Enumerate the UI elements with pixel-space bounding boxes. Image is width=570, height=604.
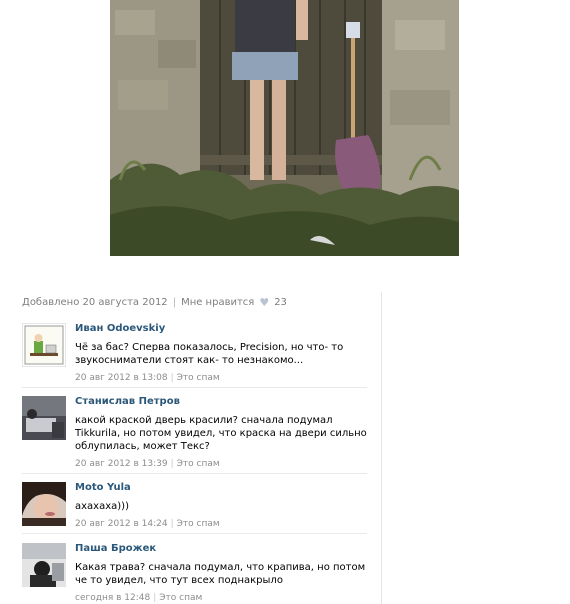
comment-author[interactable]: Иван Odoevskiy <box>75 323 367 335</box>
separator: | <box>170 519 174 529</box>
comment-date[interactable]: 20 авг 2012 в 13:39 <box>75 459 168 469</box>
spam-link[interactable]: Это спам <box>177 373 220 383</box>
comment-info: 20 авг 2012 в 13:39 | Это спам <box>75 459 367 469</box>
comment-date[interactable]: 20 авг 2012 в 14:24 <box>75 519 168 529</box>
avatar[interactable] <box>22 543 66 587</box>
added-date: Добавлено 20 августа 2012 <box>22 297 168 308</box>
comment-date[interactable]: 20 авг 2012 в 13:08 <box>75 373 168 383</box>
comment-text: какой краской дверь красили? сначала под… <box>75 415 367 452</box>
photo-image <box>110 0 459 256</box>
like-link[interactable]: Мне нравится <box>181 297 254 308</box>
comment-divider <box>22 473 367 474</box>
comment-info: 20 авг 2012 в 14:24 | Это спам <box>75 519 367 529</box>
comment-author[interactable]: Паша Брожек <box>75 543 367 555</box>
comment-info: 20 авг 2012 в 13:08 | Это спам <box>75 373 367 383</box>
like-count[interactable]: 23 <box>274 297 287 308</box>
separator: | <box>153 593 157 603</box>
separator: | <box>172 297 177 308</box>
heart-icon[interactable]: ♥ <box>259 296 269 309</box>
comment-text: ахахаха))) <box>75 501 129 512</box>
comment-divider <box>22 387 367 388</box>
spam-link[interactable]: Это спам <box>177 459 220 469</box>
avatar[interactable] <box>22 396 66 440</box>
comment-body: Иван Odoevskiy Чё за бас? Сперва показал… <box>75 323 367 383</box>
comment-author[interactable]: Moto Yula <box>75 482 367 494</box>
comment-body: Станислав Петров какой краской дверь кра… <box>75 396 367 469</box>
comment-text: Какая трава? сначала подумал, что крапив… <box>75 562 366 586</box>
comment-info: сегодня в 12:48 | Это спам <box>75 593 367 603</box>
comment-text: Чё за бас? Сперва показалось, Precision,… <box>75 342 344 366</box>
comment-body: Паша Брожек Какая трава? сначала подумал… <box>75 543 367 603</box>
comment-date[interactable]: сегодня в 12:48 <box>75 593 150 603</box>
avatar[interactable] <box>22 482 66 526</box>
comment-divider <box>22 533 367 534</box>
separator: | <box>170 459 174 469</box>
avatar[interactable] <box>22 323 66 367</box>
comment-author[interactable]: Станислав Петров <box>75 396 367 408</box>
column-divider <box>381 292 382 604</box>
separator: | <box>170 373 174 383</box>
post-meta: Добавлено 20 августа 2012 | Мне нравится… <box>22 296 287 309</box>
post-photo[interactable] <box>110 0 459 256</box>
spam-link[interactable]: Это спам <box>159 593 202 603</box>
spam-link[interactable]: Это спам <box>177 519 220 529</box>
comment-body: Moto Yula ахахаха))) 20 авг 2012 в 14:24… <box>75 482 367 529</box>
